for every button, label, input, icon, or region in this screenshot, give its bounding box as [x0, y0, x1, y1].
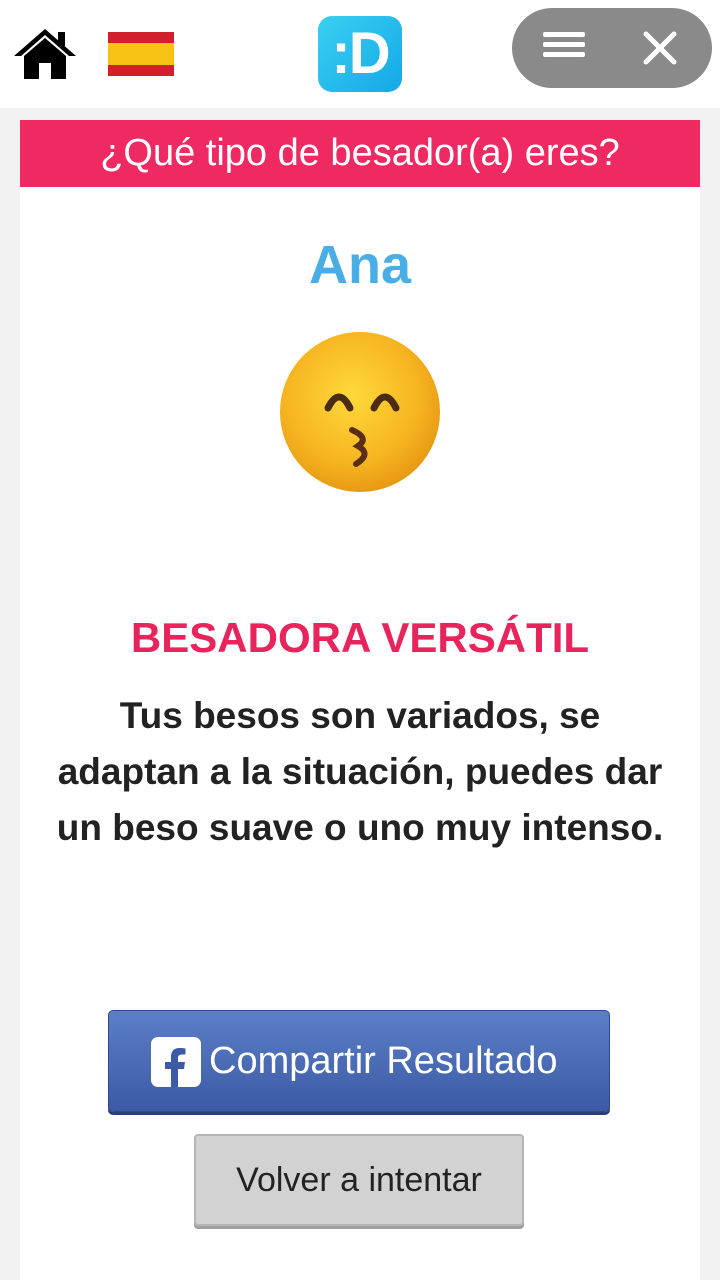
facebook-icon: [151, 1037, 201, 1087]
share-result-button[interactable]: Compartir Resultado: [108, 1010, 610, 1112]
user-name: Ana: [308, 235, 411, 295]
result-description: Tus besos son variados, se adaptan a la …: [56, 695, 664, 848]
kissing-face-emoji-icon: [278, 330, 442, 494]
retry-button[interactable]: Volver a intentar: [194, 1134, 524, 1226]
close-icon[interactable]: [638, 26, 682, 70]
app-logo[interactable]: :D: [318, 16, 402, 92]
result-title: BESADORA VERSÁTIL: [130, 614, 590, 661]
quiz-result-card: ¿Qué tipo de besador(a) eres? Ana BESADO…: [20, 120, 700, 1280]
hamburger-icon[interactable]: [540, 28, 588, 68]
spain-flag-icon[interactable]: [108, 32, 174, 76]
share-button-label: Compartir Resultado: [209, 1040, 558, 1082]
quiz-title-banner: ¿Qué tipo de besador(a) eres?: [20, 120, 700, 187]
top-navigation-bar: :D: [0, 0, 720, 108]
home-icon[interactable]: [12, 26, 78, 82]
browser-controls-pill: [512, 8, 712, 88]
